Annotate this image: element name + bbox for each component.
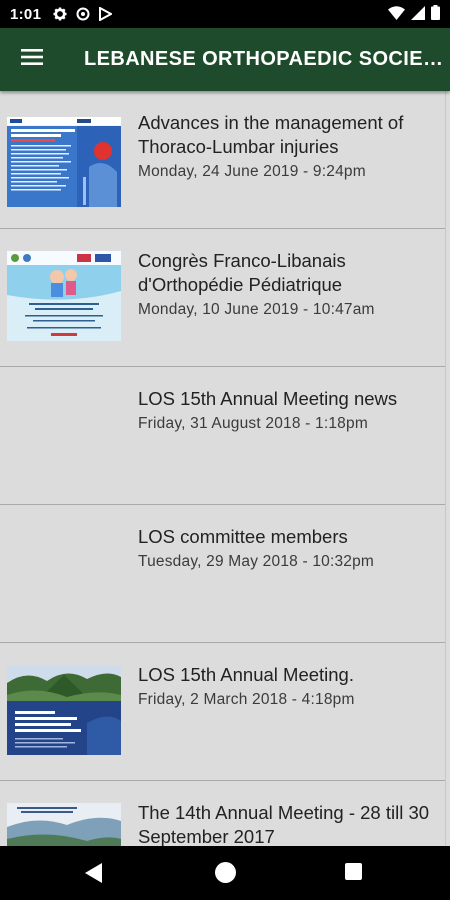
list-item[interactable]: The 14th Annual Meeting - 28 till 30 Sep… (0, 781, 445, 846)
list-item[interactable]: LOS 15th Annual Meeting news Friday, 31 … (0, 367, 445, 505)
play-store-icon (99, 7, 113, 21)
post-title: Advances in the management of Thoraco-Lu… (138, 112, 404, 157)
post-thumbnail (7, 665, 121, 755)
post-date: Tuesday, 29 May 2018 - 10:32pm (138, 553, 375, 570)
menu-button[interactable] (0, 28, 64, 91)
circle-slash-icon (76, 7, 90, 21)
post-title: LOS 15th Annual Meeting news (138, 388, 398, 409)
post-title: The 14th Annual Meeting - 28 till 30 Sep… (138, 802, 430, 846)
post-thumbnail (7, 251, 121, 341)
post-date: Friday, 2 March 2018 - 4:18pm (138, 691, 355, 708)
post-title: LOS committee members (138, 526, 348, 547)
list-item[interactable]: Advances in the management of Thoraco-Lu… (0, 91, 445, 229)
post-title: Congrès Franco-Libanais d'Orthopédie Péd… (138, 250, 346, 295)
list-item[interactable]: LOS 15th Annual Meeting. Friday, 2 March… (0, 643, 445, 781)
status-left-icons (53, 7, 113, 21)
post-date: Friday, 31 August 2018 - 1:18pm (138, 415, 368, 432)
signal-icon (411, 5, 425, 20)
post-thumbnail (7, 117, 121, 207)
post-date: Monday, 10 June 2019 - 10:47am (138, 301, 375, 318)
list-item[interactable]: Congrès Franco-Libanais d'Orthopédie Péd… (0, 229, 445, 367)
wifi-icon (388, 5, 405, 20)
post-date: Monday, 24 June 2019 - 9:24pm (138, 163, 366, 180)
status-time: 1:01 (10, 5, 42, 23)
post-title: LOS 15th Annual Meeting. (138, 664, 354, 685)
battery-icon (431, 5, 440, 20)
app-title: LEBANESE ORTHOPAEDIC SOCIETY (84, 48, 444, 70)
system-nav-bar (0, 846, 450, 900)
status-right-icons (388, 5, 440, 20)
home-circle-icon[interactable] (215, 862, 236, 883)
gear-icon (53, 7, 67, 21)
status-bar: 1:01 (0, 0, 450, 28)
hamburger-menu-icon (21, 49, 43, 70)
app-bar: LEBANESE ORTHOPAEDIC SOCIETY (0, 28, 450, 91)
back-triangle-icon[interactable] (85, 863, 103, 888)
posts-list[interactable]: Advances in the management of Thoraco-Lu… (0, 91, 446, 846)
post-thumbnail (7, 803, 121, 846)
recents-square-icon[interactable] (345, 863, 362, 880)
list-item[interactable]: LOS committee members Tuesday, 29 May 20… (0, 505, 445, 643)
